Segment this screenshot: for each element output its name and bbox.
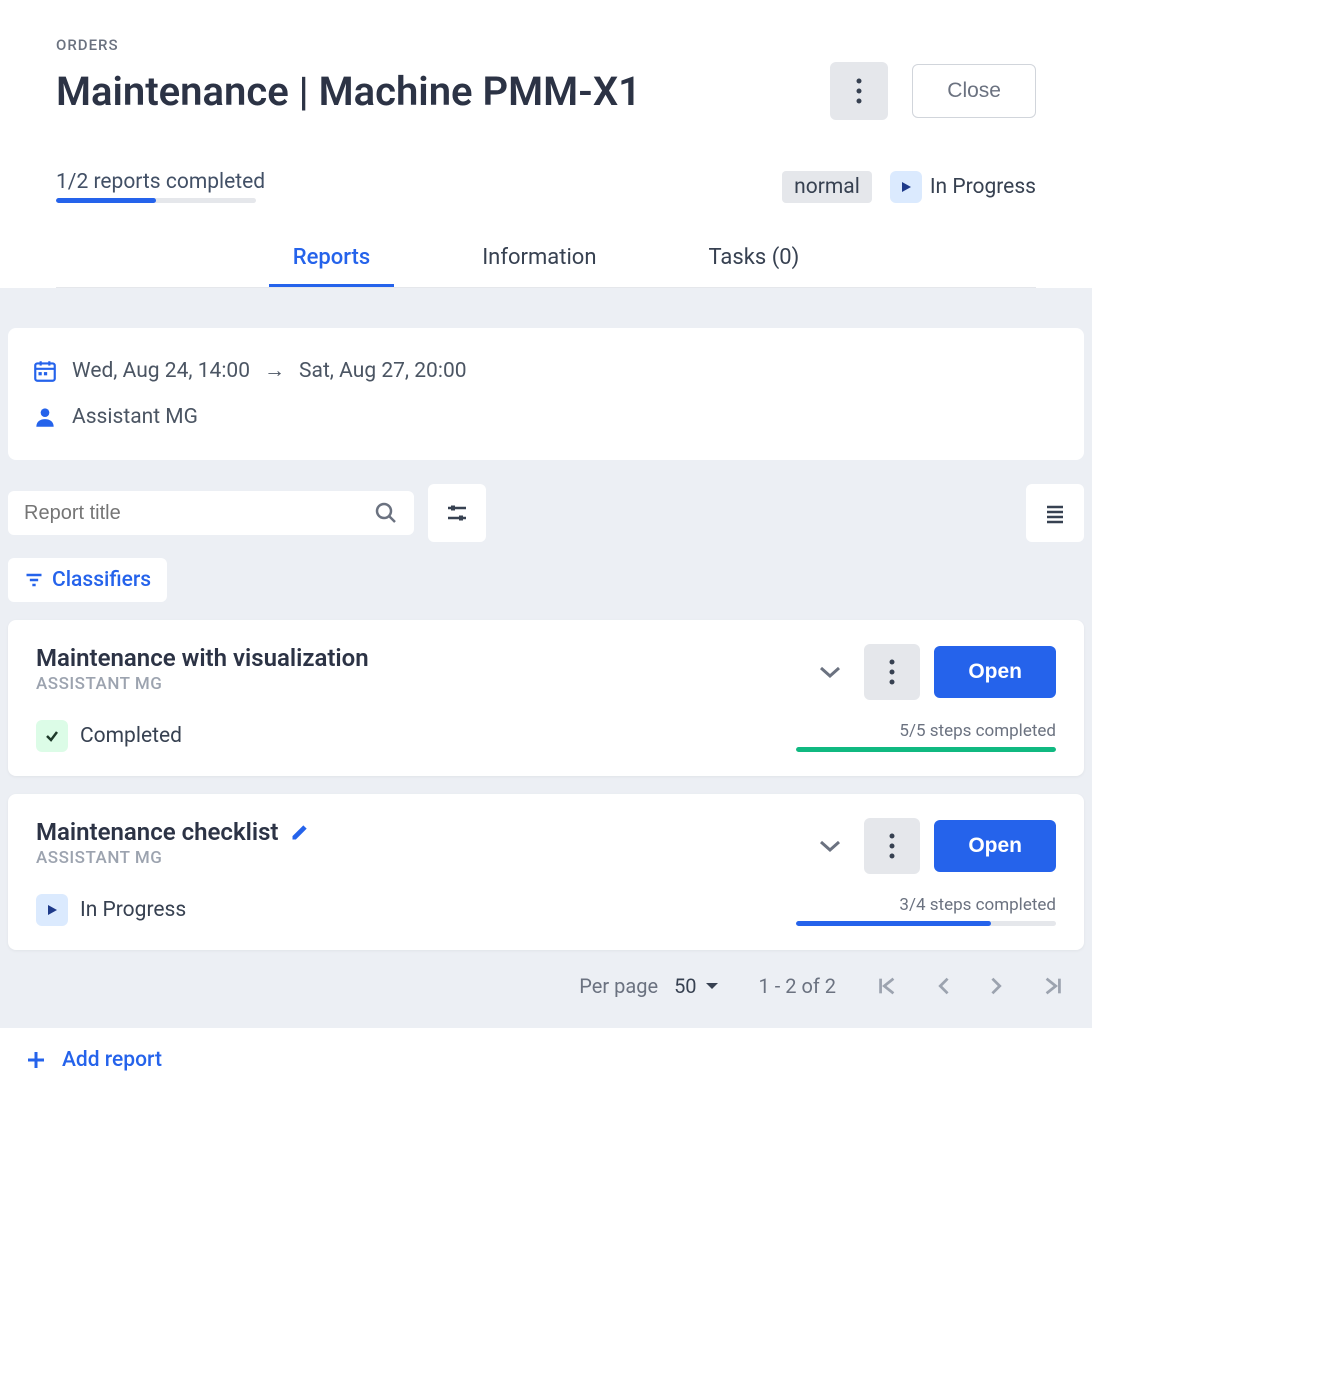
steps-bar [796, 747, 1056, 752]
tab-tasks[interactable]: Tasks (0) [685, 231, 824, 287]
search-input[interactable] [24, 502, 374, 525]
list-icon [1043, 501, 1067, 525]
chevron-down-icon [819, 665, 841, 679]
last-page-button[interactable] [1042, 975, 1064, 997]
report-more-button[interactable] [864, 818, 920, 874]
report-more-button[interactable] [864, 644, 920, 700]
steps-label: 3/4 steps completed [796, 895, 1056, 915]
dropdown-icon [705, 981, 719, 991]
more-vertical-icon [856, 78, 862, 104]
priority-badge: normal [782, 171, 872, 203]
tab-reports[interactable]: Reports [269, 231, 394, 287]
schedule-end: Sat, Aug 27, 20:00 [299, 359, 467, 383]
expand-button[interactable] [810, 652, 850, 692]
first-page-button[interactable] [876, 975, 898, 997]
steps-bar [796, 921, 1056, 926]
classifiers-filter[interactable]: Classifiers [8, 558, 167, 602]
search-box[interactable] [8, 491, 414, 535]
prev-page-button[interactable] [934, 975, 952, 997]
plus-icon [24, 1048, 48, 1072]
report-author: ASSISTANT MG [36, 848, 310, 868]
per-page-value: 50 [674, 974, 696, 998]
more-vertical-icon [889, 659, 895, 685]
person-icon [32, 404, 58, 430]
breadcrumb[interactable]: ORDERS [56, 36, 1036, 54]
status-badge: In Progress [890, 171, 1036, 203]
report-card: Maintenance checklist ASSISTANT MG Open In… [8, 794, 1084, 950]
steps-label: 5/5 steps completed [796, 721, 1056, 741]
chevron-right-icon [988, 975, 1006, 997]
report-status-text: Completed [80, 724, 182, 748]
classifiers-label: Classifiers [52, 568, 151, 592]
pagination-range: 1 - 2 of 2 [759, 974, 836, 998]
report-title: Maintenance with visualization [36, 644, 369, 672]
play-icon [899, 180, 913, 194]
progress-label: 1/2 reports completed [56, 170, 265, 194]
check-icon [44, 728, 60, 744]
report-author: ASSISTANT MG [36, 674, 369, 694]
edit-icon[interactable] [290, 822, 310, 842]
filter-settings-button[interactable] [428, 484, 486, 542]
per-page-label: Per page [579, 974, 658, 998]
schedule-start: Wed, Aug 24, 14:00 [72, 359, 250, 383]
schedule-card: Wed, Aug 24, 14:00 → Sat, Aug 27, 20:00 … [8, 328, 1084, 460]
report-card: Maintenance with visualization ASSISTANT… [8, 620, 1084, 776]
play-icon-box [36, 894, 68, 926]
expand-button[interactable] [810, 826, 850, 866]
schedule-arrow: → [264, 359, 285, 383]
page-title: Maintenance | Machine PMM-X1 [56, 68, 641, 115]
more-actions-button[interactable] [830, 62, 888, 120]
filter-icon [24, 570, 44, 590]
progress-bar [56, 198, 256, 203]
assignee-name: Assistant MG [72, 405, 198, 429]
first-page-icon [876, 975, 898, 997]
check-icon-box [36, 720, 68, 752]
open-button[interactable]: Open [934, 820, 1056, 872]
chevron-down-icon [819, 839, 841, 853]
status-text: In Progress [930, 175, 1036, 199]
per-page-select[interactable]: 50 [674, 974, 718, 998]
more-vertical-icon [889, 833, 895, 859]
add-report-button[interactable]: Add report [0, 1028, 1092, 1112]
open-button[interactable]: Open [934, 646, 1056, 698]
play-icon [45, 903, 59, 917]
search-icon [374, 501, 398, 525]
list-view-button[interactable] [1026, 484, 1084, 542]
last-page-icon [1042, 975, 1064, 997]
report-status: Completed [36, 720, 182, 752]
calendar-icon [32, 358, 58, 384]
add-report-label: Add report [62, 1048, 162, 1072]
chevron-left-icon [934, 975, 952, 997]
next-page-button[interactable] [988, 975, 1006, 997]
report-status-text: In Progress [80, 898, 186, 922]
sliders-icon [445, 501, 469, 525]
report-status: In Progress [36, 894, 186, 926]
tab-information[interactable]: Information [458, 231, 620, 287]
close-button[interactable]: Close [912, 64, 1036, 118]
report-title: Maintenance checklist [36, 818, 310, 846]
